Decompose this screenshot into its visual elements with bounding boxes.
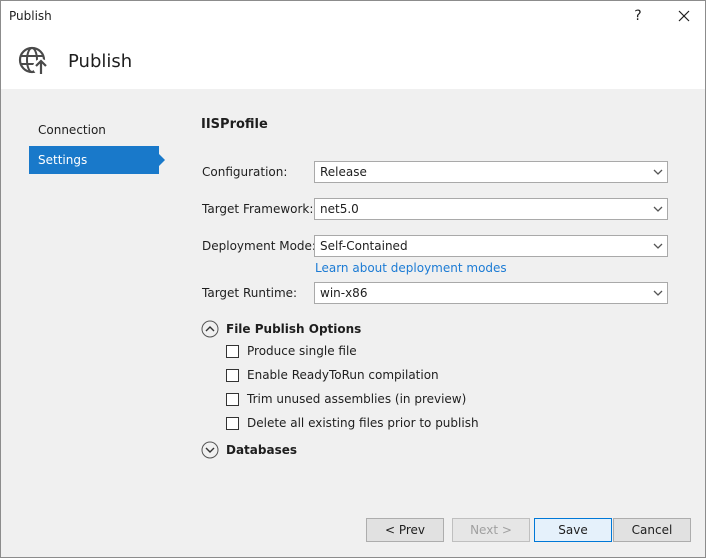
target-framework-label: Target Framework: [202,202,314,216]
next-button[interactable]: Next > [452,518,530,542]
page-title: Publish [68,51,133,72]
profile-name: IISProfile [201,117,268,132]
deployment-mode-dropdown[interactable]: Self-Contained [314,235,668,257]
globe-publish-icon [17,44,51,78]
target-runtime-label: Target Runtime: [202,286,298,300]
chevron-down-circle-icon [201,441,219,459]
configuration-value: Release [320,165,367,179]
deployment-mode-value: Self-Contained [320,239,408,253]
chevron-up-circle-icon [201,320,219,338]
cancel-button[interactable]: Cancel [613,518,691,542]
chevron-down-icon [653,206,663,212]
checkbox-box[interactable] [226,369,239,382]
sidebar-item-connection[interactable]: Connection [29,116,159,144]
configuration-dropdown[interactable]: Release [314,161,668,183]
databases-title: Databases [226,443,298,457]
close-button[interactable] [666,1,702,32]
title-bar: Publish ? [1,1,705,32]
target-runtime-value: win-x86 [320,286,368,300]
target-runtime-dropdown[interactable]: win-x86 [314,282,668,304]
save-button[interactable]: Save [534,518,612,542]
chevron-down-icon [653,290,663,296]
file-publish-options-title: File Publish Options [226,322,362,336]
chevron-down-icon [653,243,663,249]
checkbox-box[interactable] [226,393,239,406]
close-icon [678,10,690,22]
prev-button[interactable]: < Prev [366,518,444,542]
ready-to-run-label: Enable ReadyToRun compilation [247,368,439,382]
configuration-label: Configuration: [202,165,288,179]
publish-dialog: Publish ? Publish Connection Settings II… [0,0,706,558]
checkbox-box[interactable] [226,345,239,358]
checkbox-box[interactable] [226,417,239,430]
learn-deployment-modes-link[interactable]: Learn about deployment modes [315,261,507,275]
trim-unused-assemblies-label: Trim unused assemblies (in preview) [247,392,467,406]
sidebar-item-settings[interactable]: Settings [29,146,165,174]
delete-existing-files-label: Delete all existing files prior to publi… [247,416,479,430]
target-framework-dropdown[interactable]: net5.0 [314,198,668,220]
target-framework-value: net5.0 [320,202,359,216]
header: Publish [1,32,705,89]
help-button[interactable]: ? [621,1,655,32]
window-title: Publish [9,9,52,23]
chevron-down-icon [653,169,663,175]
produce-single-file-label: Produce single file [247,344,357,358]
deployment-mode-label: Deployment Mode: [202,239,316,253]
